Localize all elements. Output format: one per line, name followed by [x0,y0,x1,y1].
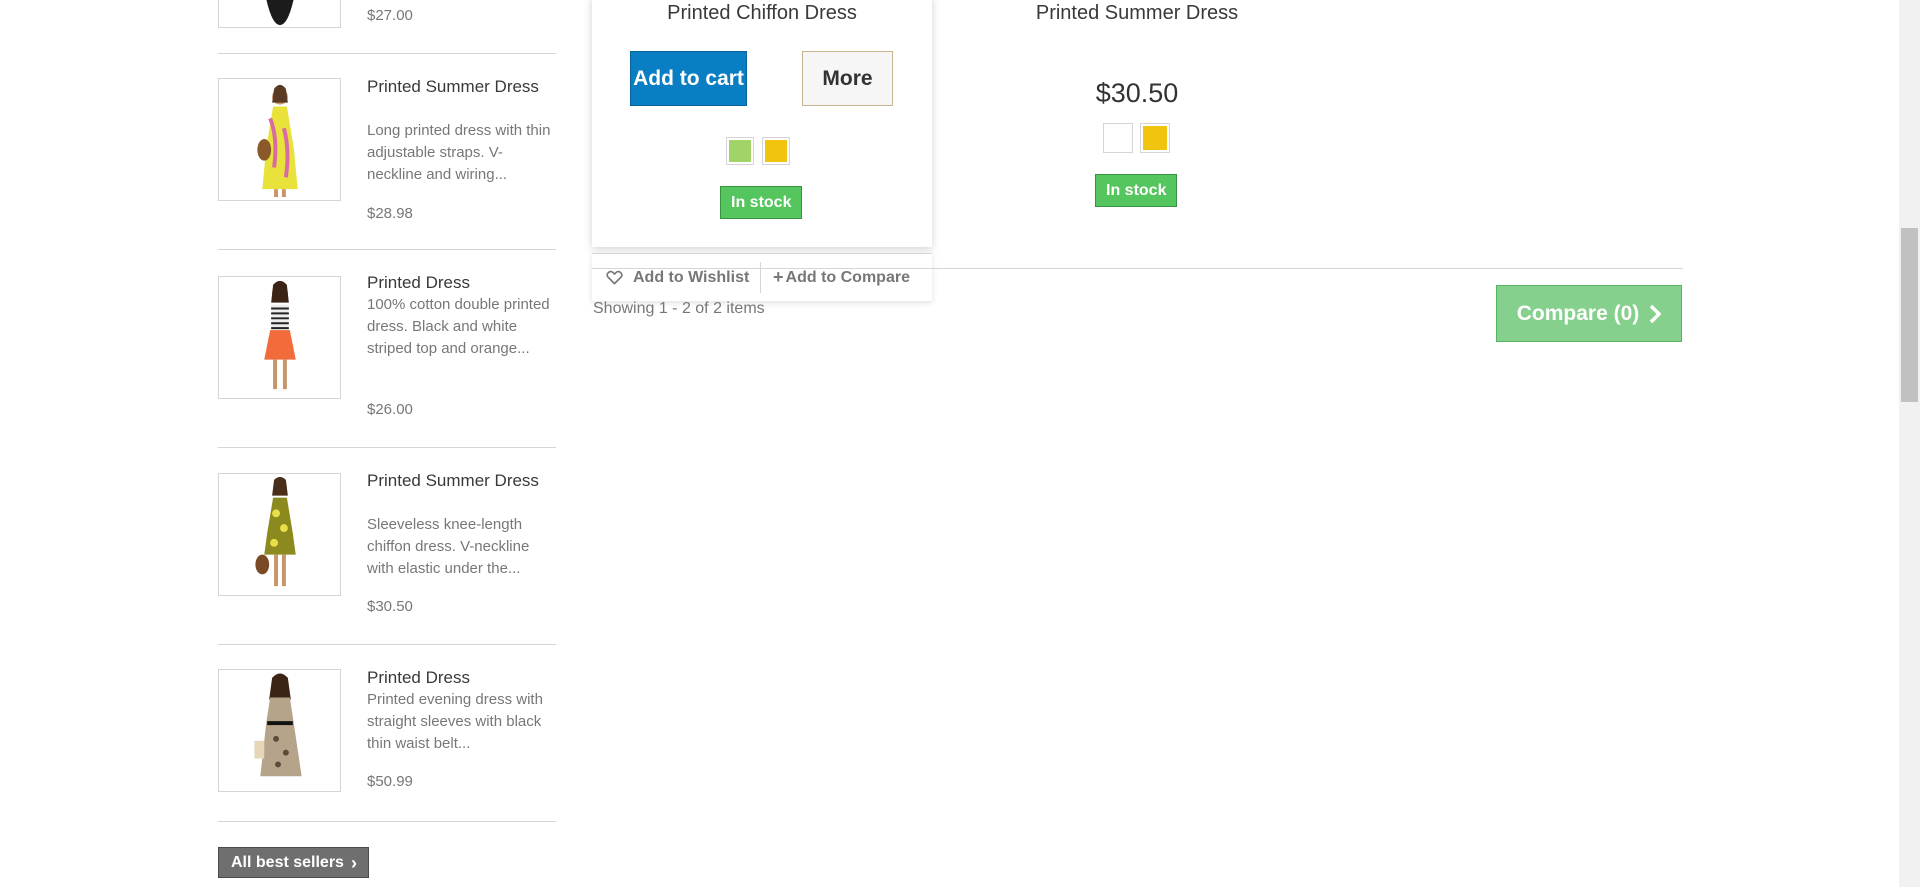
product-description: 100% cotton double printed dress. Black … [367,296,550,357]
dress-yellow-long-icon [257,84,298,198]
chevron-right-icon: › [350,852,357,873]
heart-icon [606,270,623,285]
status-badge: In stock [720,186,803,219]
list-item[interactable]: $27.00 [218,0,556,54]
product-name[interactable]: Printed Chiffon Dress [592,2,932,25]
product-description: Sleeveless knee-length chiffon dress. V-… [367,516,530,577]
all-best-sellers-button[interactable]: All best sellers › [218,847,369,878]
product-name[interactable]: Printed Summer Dress [367,470,547,492]
compare-label: Add to Compare [785,269,910,286]
scrollbar-thumb[interactable] [1901,228,1918,402]
product-thumbnail[interactable] [218,0,341,28]
product-name[interactable]: Printed Dress [367,272,547,294]
color-swatch[interactable] [1140,123,1170,153]
list-item[interactable]: Printed Dress 100% cotton double printed… [218,250,556,448]
more-button[interactable]: More [802,51,893,106]
divider [760,262,761,293]
product-thumbnail[interactable] [218,669,341,792]
list-item[interactable]: Printed Summer Dress Sleeveless knee-len… [218,448,556,645]
chevron-right-icon [1650,304,1662,323]
product-name[interactable]: Printed Summer Dress [1000,2,1274,25]
swatch-fill [1106,126,1130,150]
dress-yellow-short-icon [255,476,296,587]
scrollbar[interactable] [1899,0,1920,887]
product-price: $26.00 [367,401,413,418]
product-price: $28.98 [367,205,413,222]
product-thumbnail[interactable] [218,78,341,201]
product-description: Printed evening dress with straight slee… [367,691,543,752]
pagination-summary: Showing 1 - 2 of 2 items [593,300,765,317]
compare-button[interactable]: Compare (0) [1496,285,1682,342]
add-to-cart-button[interactable]: Add to cart [630,51,747,106]
dress-orange-icon [264,280,296,390]
plus-icon: + [773,267,784,287]
color-swatch[interactable] [1103,123,1133,153]
product-card[interactable]: Printed Chiffon Dress Add to cart More I… [592,0,932,247]
product-price: $30.50 [367,598,413,615]
color-swatch[interactable] [762,137,790,165]
product-price: $27.00 [367,7,413,24]
swatch-fill [765,140,787,162]
product-description: Long printed dress with thin adjustable … [367,122,551,183]
all-best-sellers-label: All best sellers [231,854,344,871]
add-to-compare-link[interactable]: + Add to Compare [773,254,910,301]
list-item[interactable]: Printed Dress Printed evening dress with… [218,645,556,822]
product-name[interactable]: Printed Summer Dress [367,76,547,98]
product-price: $50.99 [367,773,413,790]
color-swatch[interactable] [726,137,754,165]
product-price: $30.50 [1095,78,1179,108]
swatch-fill [1143,126,1167,150]
product-card-footer: Add to Wishlist + Add to Compare [592,253,932,301]
wishlist-label: Add to Wishlist [633,269,750,286]
add-to-wishlist-link[interactable]: Add to Wishlist [606,254,749,301]
compare-button-label: Compare (0) [1516,301,1640,325]
product-name[interactable]: Printed Dress [367,667,547,689]
swatch-fill [729,140,751,162]
dress-black-icon [220,0,339,27]
dress-beige-icon [254,673,302,777]
product-thumbnail[interactable] [218,473,341,596]
product-thumbnail[interactable] [218,276,341,399]
divider [592,268,1683,269]
list-item[interactable]: Printed Summer Dress Long printed dress … [218,54,556,250]
status-badge: In stock [1095,174,1178,207]
